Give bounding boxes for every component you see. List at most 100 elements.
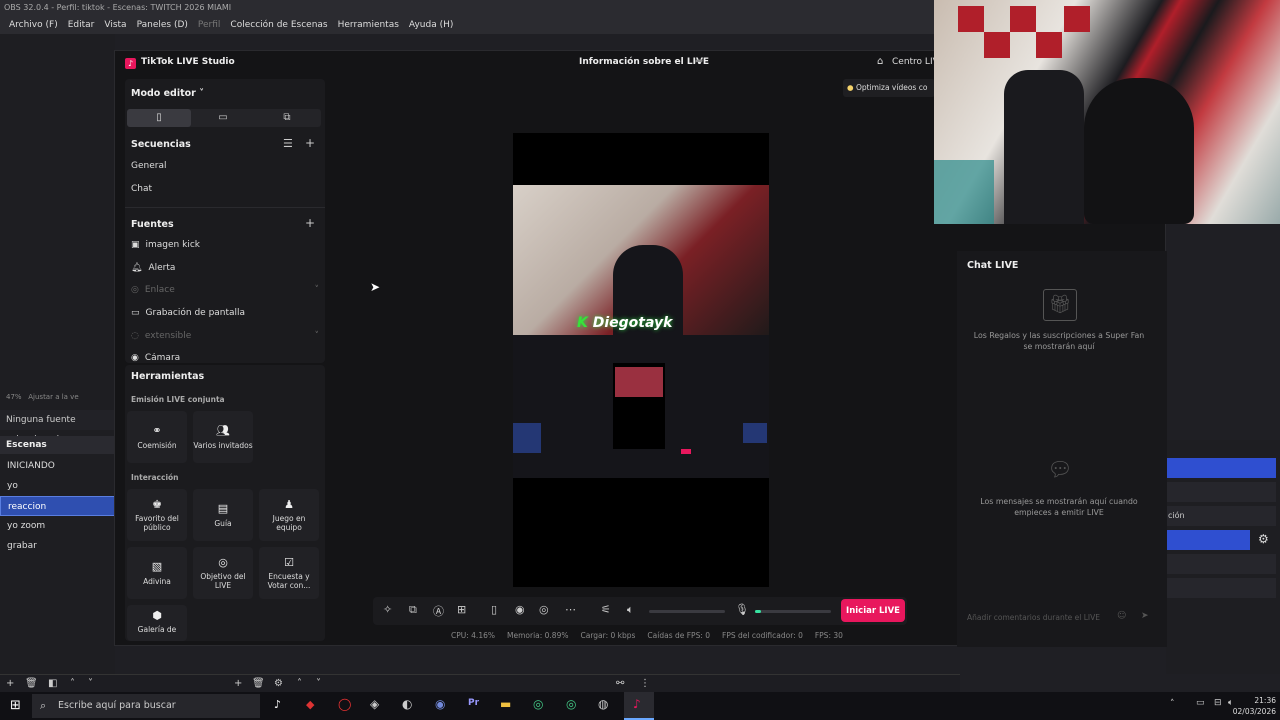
mic-slider[interactable] (755, 610, 831, 613)
tiktok-app-icon[interactable]: ♪ (274, 698, 281, 711)
app-icon[interactable]: ◆ (306, 698, 314, 711)
chrome-icon[interactable]: ◎ (533, 697, 543, 711)
obs-right-bar[interactable] (1166, 482, 1276, 502)
scene-item[interactable]: yo zoom (0, 516, 115, 536)
ai-icon[interactable]: Ⓐ (433, 603, 444, 619)
add-sequence-icon[interactable]: + (305, 136, 315, 150)
menu-vista[interactable]: Vista (99, 16, 131, 34)
taskbar-search-box[interactable]: ⌕ Escribe aquí para buscar (32, 694, 260, 718)
more-icon[interactable]: ⋮ (640, 678, 650, 689)
magic-wand-icon[interactable]: ✧ (383, 603, 392, 616)
arrow-up-icon[interactable]: ˄ (297, 678, 302, 689)
editor-mode-dropdown[interactable]: Modo editor ˅ (131, 88, 204, 99)
add-source-icon[interactable]: + (305, 216, 315, 230)
tool-galeria[interactable]: ⬢ Galería de (127, 605, 187, 641)
source-item[interactable]: ▭ Grabación de pantalla (131, 308, 245, 318)
discord-icon[interactable]: ◉ (435, 697, 445, 711)
obs-right-bar[interactable] (1166, 554, 1276, 574)
clock[interactable]: 21:36 02/03/2026 (1232, 695, 1276, 717)
scene-item[interactable]: yo (0, 476, 115, 496)
sequence-item-general[interactable]: General (131, 161, 166, 171)
steam-icon[interactable]: ◐ (402, 697, 412, 711)
volume-icon[interactable]: 🔈︎ (627, 603, 634, 617)
trash-icon[interactable]: 🗑 (25, 678, 38, 689)
tool-encuesta[interactable]: ☑ Encuesta y Votar con... (259, 547, 319, 599)
link-icon[interactable]: ⚯ (616, 678, 624, 689)
source-item[interactable]: ◌ extensible ˅ (131, 331, 319, 341)
start-live-button[interactable]: Iniciar LIVE (841, 599, 905, 622)
portrait-icon[interactable]: ▯ (127, 109, 191, 127)
scene-item[interactable]: INICIANDO (0, 456, 115, 476)
settings-sliders-icon[interactable]: ⚟ (601, 603, 611, 616)
folder-icon[interactable]: ▬ (500, 697, 511, 711)
obs-right-bar[interactable] (1166, 578, 1276, 598)
menu-perfil[interactable]: Perfil (193, 16, 226, 34)
source-item[interactable]: ◉ Cámara (131, 353, 180, 363)
tiktok-studio-icon[interactable]: ♪ (633, 697, 641, 711)
share-icon[interactable]: ➦ (695, 56, 703, 67)
add-icon[interactable]: + (234, 678, 242, 689)
tool-favorito[interactable]: ♚ Favorito del público (127, 489, 187, 541)
network-icon[interactable]: ⊟ (1214, 698, 1222, 708)
chevron-up-icon[interactable]: ˄ (1170, 699, 1175, 709)
menu-paneles[interactable]: Paneles (D) (132, 16, 193, 34)
gear-icon[interactable]: ⚙ (274, 678, 283, 689)
live-info-title[interactable]: Información sobre el LIVE (579, 57, 709, 67)
tool-guia[interactable]: ▤ Guía (193, 489, 253, 541)
send-icon[interactable]: ➤ (1141, 611, 1149, 621)
obs-icon[interactable]: ◍ (598, 697, 608, 711)
record-icon[interactable]: ◉ (515, 603, 525, 616)
emoji-icon[interactable]: ☺ (1117, 611, 1126, 621)
source-item[interactable]: ▣ imagen kick (131, 240, 200, 250)
list-icon[interactable]: ☰ (283, 137, 293, 150)
tool-objetivo[interactable]: ◎ Objetivo del LIVE (193, 547, 253, 599)
arrow-down-icon[interactable]: ˅ (316, 678, 321, 689)
chevron-down-icon[interactable]: ˅ (315, 331, 320, 341)
menu-ayuda[interactable]: Ayuda (H) (404, 16, 458, 34)
source-item[interactable]: 🔔︎ Alerta (131, 263, 175, 273)
home-icon[interactable]: ⌂ (877, 56, 883, 67)
filter-icon[interactable]: ◧ (48, 678, 57, 689)
gear-icon[interactable]: ⚙ (1258, 532, 1269, 546)
obs-right-bar[interactable] (1166, 458, 1276, 478)
arrow-down-icon[interactable]: ˅ (88, 678, 93, 689)
menu-archivo[interactable]: Archivo (F) (4, 16, 63, 34)
phone-icon[interactable]: ▯ (491, 603, 497, 616)
live-preview-canvas[interactable]: K Diegotayk (513, 133, 769, 587)
zoom-fit[interactable]: Ajustar a la ve (28, 393, 78, 401)
sequence-item-chat[interactable]: Chat (131, 184, 152, 194)
add-icon[interactable]: + (6, 678, 14, 689)
more-icon[interactable]: ⋯ (565, 603, 576, 616)
microphone-icon[interactable]: 🎙︎ (735, 603, 749, 616)
tool-adivina[interactable]: ▧ Adivina (127, 547, 187, 599)
windows-start-icon[interactable]: ⊞ (10, 698, 21, 713)
zoom-value[interactable]: 47% (6, 393, 22, 401)
add-media-icon[interactable]: ⊞ (457, 603, 466, 616)
menu-coleccion[interactable]: Colección de Escenas (225, 16, 332, 34)
menu-herramientas[interactable]: Herramientas (333, 16, 404, 34)
arrow-up-icon[interactable]: ˄ (70, 678, 75, 689)
battery-icon[interactable]: ▭ (1196, 698, 1205, 708)
capture-icon[interactable]: ◎ (539, 603, 549, 616)
chevron-down-icon[interactable]: ˅ (315, 285, 320, 295)
premiere-icon[interactable]: Pr (468, 698, 479, 708)
landscape-icon[interactable]: ▭ (191, 109, 255, 127)
scene-item-selected[interactable]: reaccion (0, 496, 115, 516)
obs-right-bar[interactable] (1166, 530, 1250, 550)
effects-icon[interactable]: ⧉ (409, 603, 417, 617)
comment-input[interactable]: Añadir comentarios durante el LIVE (967, 613, 1100, 622)
opera-icon[interactable]: ◯ (338, 697, 351, 711)
menu-editar[interactable]: Editar (63, 16, 100, 34)
volume-slider[interactable] (649, 610, 725, 613)
tool-coemision[interactable]: ⚭ Coemisión (127, 411, 187, 463)
app-icon[interactable]: ◈ (370, 697, 379, 711)
tool-varios-invitados[interactable]: 👥︎ Varios invitados (193, 411, 253, 463)
tool-juego-equipo[interactable]: ♟ Juego en equipo (259, 489, 319, 541)
dual-layout-icon[interactable]: ⧉ (255, 109, 319, 127)
obs-right-bar[interactable]: ción (1166, 506, 1276, 526)
chrome-icon[interactable]: ◎ (566, 697, 576, 711)
trash-icon[interactable]: 🗑 (252, 678, 265, 689)
centro-live-label[interactable]: Centro LIV (892, 57, 939, 67)
scene-item[interactable]: grabar (0, 536, 115, 556)
source-item[interactable]: ◎ Enlace ˅ (131, 285, 319, 295)
